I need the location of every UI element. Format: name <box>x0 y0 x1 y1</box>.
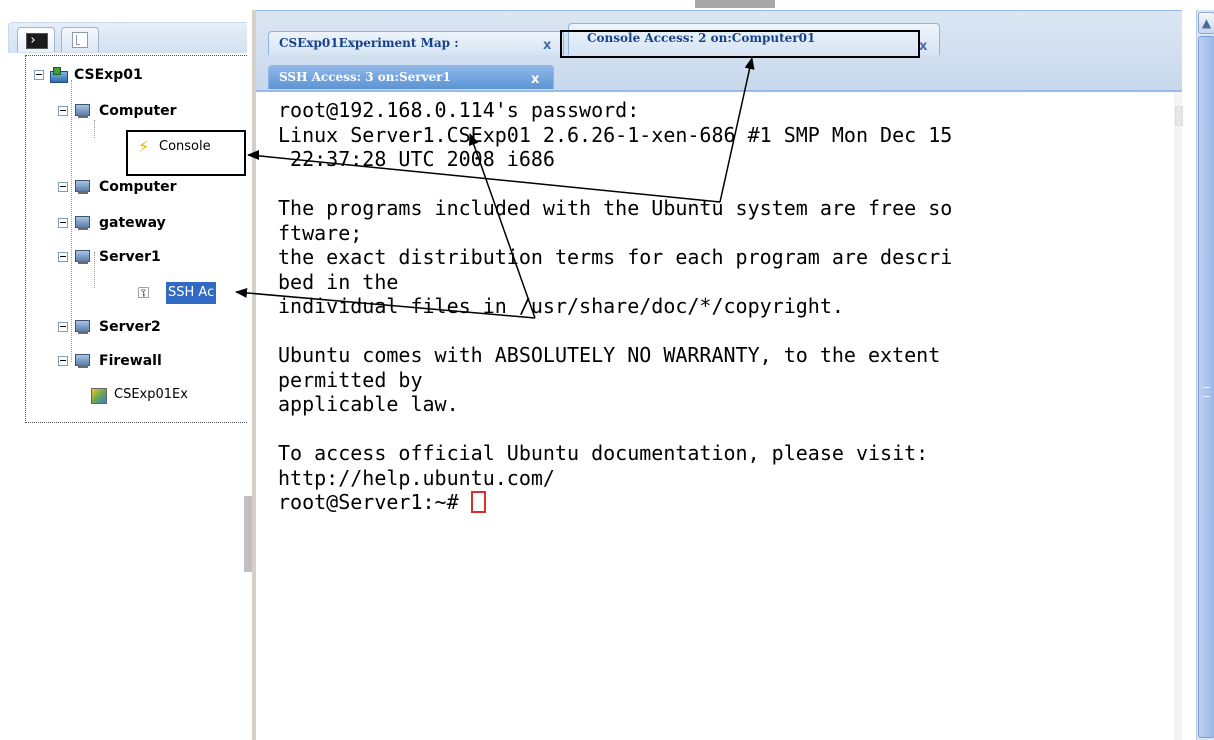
computer-icon <box>74 215 92 231</box>
left-panel-tabbar <box>8 22 247 53</box>
page-scrollbar[interactable]: ▲ <box>1196 10 1214 740</box>
terminal-prompt: root@Server1:~# <box>278 490 471 514</box>
page-scroll-thumb[interactable] <box>1198 36 1214 738</box>
computer-icon <box>74 103 92 119</box>
tree-node-server1[interactable]: Server1 <box>58 246 248 268</box>
tab-terminal-view[interactable] <box>17 27 55 52</box>
tree-connector <box>94 120 95 138</box>
tree-node-firewall[interactable]: Firewall <box>58 350 248 372</box>
scroll-up-arrow[interactable]: ▲ <box>1198 12 1214 34</box>
terminal-scrollbar[interactable] <box>1174 92 1183 740</box>
tree-node-computer02[interactable]: Computer <box>58 176 248 198</box>
scroll-grip-icon <box>1203 387 1210 397</box>
terminal-cursor[interactable] <box>470 491 486 513</box>
experiment-tree: CSExp01 Computer ⚡ Console Computer gate… <box>25 55 247 423</box>
tree-node-experiment-map[interactable]: CSExp01Ex <box>82 384 248 406</box>
tree-node-server2[interactable]: Server2 <box>58 316 248 338</box>
tab-ssh-access[interactable]: SSH Access: 3 on:Server1 x <box>268 65 554 89</box>
terminal-scroll-thumb[interactable] <box>1175 106 1183 126</box>
close-icon[interactable]: x <box>543 35 551 57</box>
ssh-key-icon: ⚿ <box>138 284 150 302</box>
computer-icon <box>74 319 92 335</box>
terminal-icon <box>26 33 48 49</box>
computer-icon <box>74 179 92 195</box>
network-icon <box>50 67 68 83</box>
left-panel-scrollbar[interactable] <box>244 496 252 572</box>
collapse-icon[interactable] <box>34 70 44 80</box>
tab-tree-view[interactable] <box>61 27 99 52</box>
terminal-output: root@192.168.0.114's password: Linux Ser… <box>278 98 953 514</box>
top-resize-grip[interactable] <box>695 0 775 8</box>
tree-node-ssh-access[interactable]: ⚿ SSH Ac <box>118 282 248 304</box>
close-icon[interactable]: x <box>919 33 927 61</box>
collapse-icon[interactable] <box>58 322 68 332</box>
ssh-terminal[interactable]: root@192.168.0.114's password: Linux Ser… <box>256 92 1183 740</box>
collapse-icon[interactable] <box>58 106 68 116</box>
collapse-icon[interactable] <box>58 218 68 228</box>
map-icon <box>90 387 108 404</box>
collapse-icon[interactable] <box>58 182 68 192</box>
close-icon[interactable]: x <box>531 69 539 91</box>
tab-experiment-map[interactable]: CSExp01Experiment Map : x <box>268 31 564 55</box>
computer-icon <box>74 249 92 265</box>
main-content-panel: CSExp01Experiment Map : x Console Access… <box>256 10 1196 740</box>
left-navigation-panel: CSExp01 Computer ⚡ Console Computer gate… <box>0 0 252 740</box>
computer-icon <box>74 353 92 369</box>
annotation-box-console <box>126 130 246 176</box>
tree-node-gateway[interactable]: gateway <box>58 212 248 234</box>
tree-node-csexp01[interactable]: CSExp01 <box>34 64 234 86</box>
annotation-box-console-tab <box>560 30 920 58</box>
collapse-icon[interactable] <box>58 356 68 366</box>
collapse-icon[interactable] <box>58 252 68 262</box>
tree-view-icon <box>72 32 88 48</box>
tree-node-computer01[interactable]: Computer <box>58 100 248 122</box>
